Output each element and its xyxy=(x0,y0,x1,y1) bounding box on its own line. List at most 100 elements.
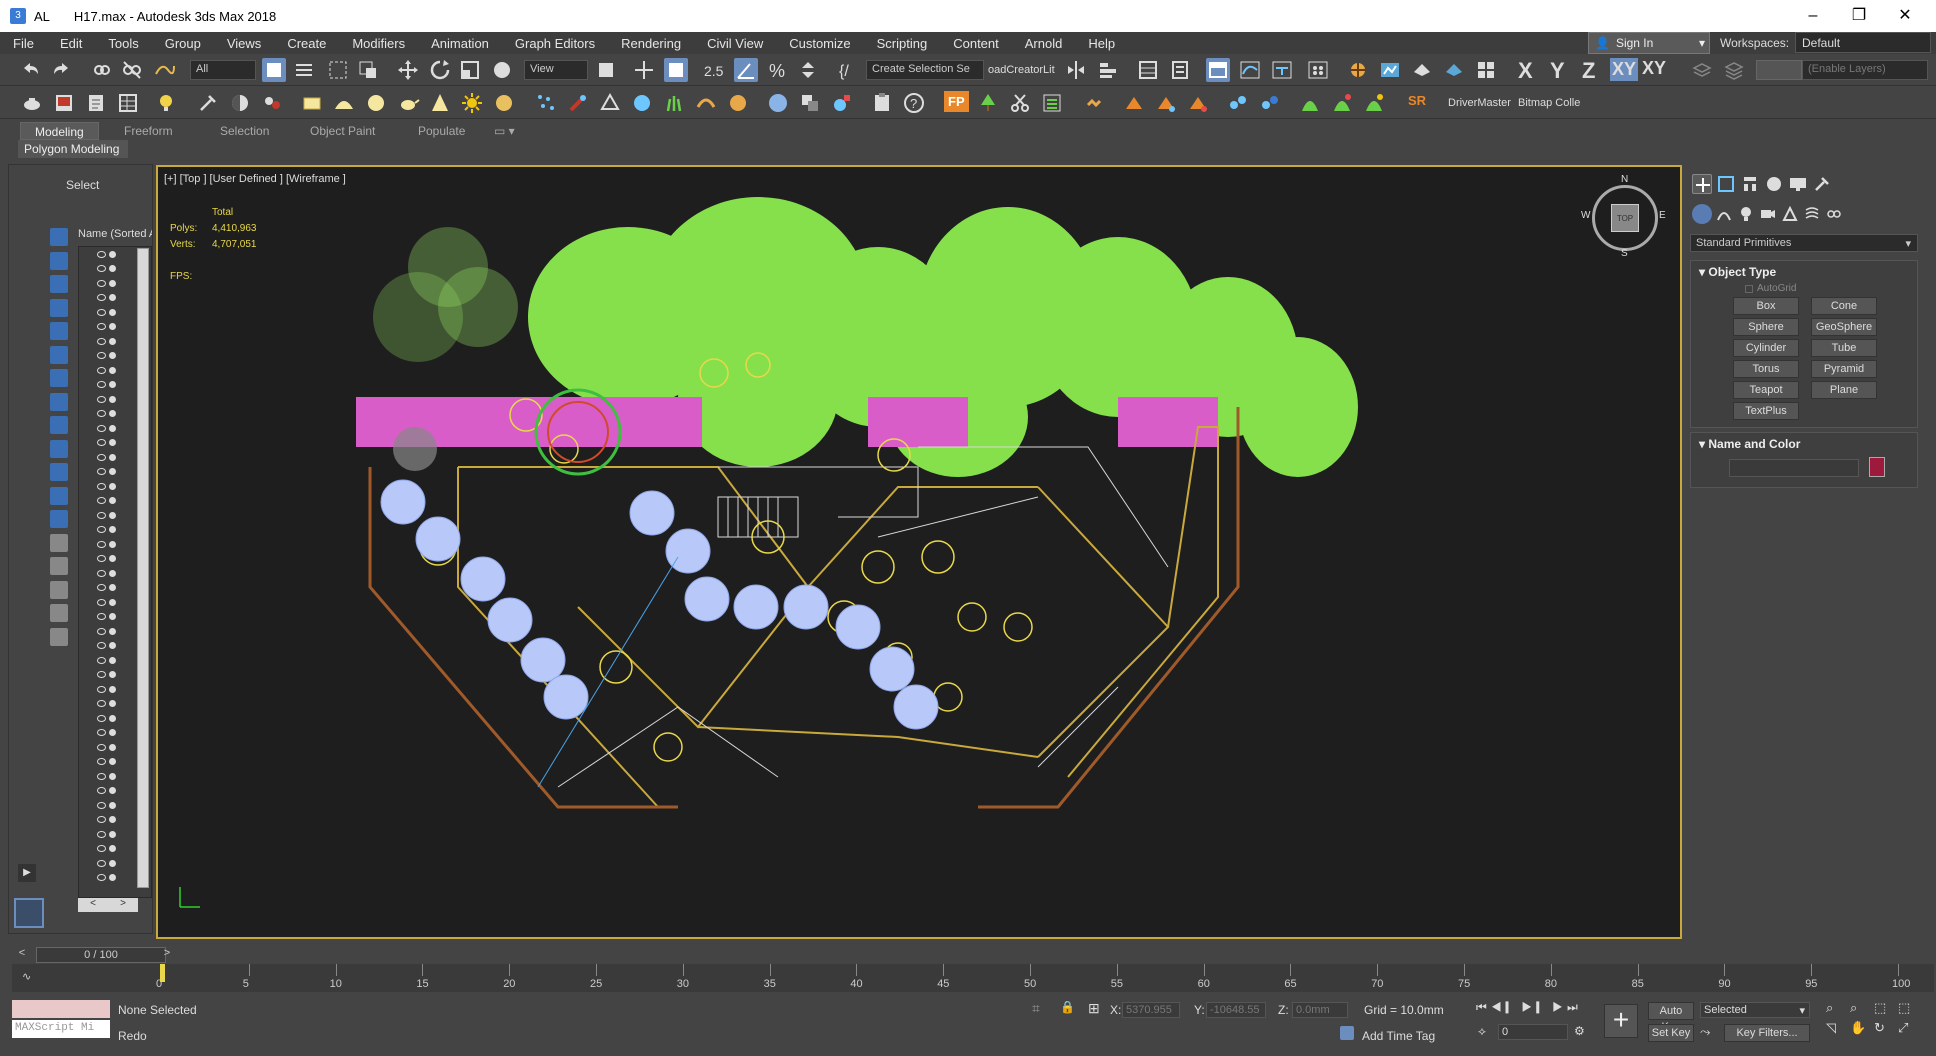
menu-content[interactable]: Content xyxy=(940,36,1012,51)
key-mode-dropdown[interactable]: Selected ▾ xyxy=(1700,1002,1810,1018)
plugin-label[interactable]: oadCreatorLit xyxy=(988,64,1055,76)
rendered-frame-window-icon[interactable] xyxy=(1378,58,1402,82)
freeze-dot-icon[interactable] xyxy=(109,598,116,606)
menu-arnold[interactable]: Arnold xyxy=(1012,36,1076,51)
menu-create[interactable]: Create xyxy=(274,36,339,51)
forest-pack-button[interactable]: FP xyxy=(944,91,969,112)
freeze-dot-icon[interactable] xyxy=(109,714,116,722)
axis-xy-button[interactable]: XY xyxy=(1610,58,1639,81)
menu-customize[interactable]: Customize xyxy=(776,36,863,51)
visibility-eye-icon[interactable] xyxy=(97,700,106,708)
freeze-dot-icon[interactable] xyxy=(109,830,116,838)
freeze-dot-icon[interactable] xyxy=(109,642,116,650)
visibility-eye-icon[interactable] xyxy=(97,555,106,563)
render-production-icon[interactable] xyxy=(1410,58,1434,82)
visibility-eye-icon[interactable] xyxy=(97,714,106,722)
x-coordinate-field[interactable]: 5370.955 xyxy=(1122,1002,1180,1018)
freeze-dot-icon[interactable] xyxy=(109,482,116,490)
hair-fur-icon[interactable] xyxy=(694,91,718,115)
object-type-title[interactable]: ▾ Object Type xyxy=(1691,261,1917,283)
pyramid-button[interactable]: Pyramid xyxy=(1811,360,1877,378)
freeze-dot-icon[interactable] xyxy=(109,627,116,635)
viewcube-west[interactable]: W xyxy=(1581,210,1590,221)
axis-y-button[interactable]: Y xyxy=(1550,58,1565,84)
textplus-button[interactable]: TextPlus xyxy=(1733,402,1799,420)
menu-group[interactable]: Group xyxy=(152,36,214,51)
freeze-dot-icon[interactable] xyxy=(109,772,116,780)
align-icon[interactable] xyxy=(1096,58,1120,82)
axis-z-button[interactable]: Z xyxy=(1582,58,1595,84)
unlink-icon[interactable] xyxy=(120,58,144,82)
railclone-icon-3[interactable] xyxy=(1186,91,1210,115)
mirror-icon[interactable] xyxy=(1064,58,1088,82)
polygon-modeling-panel[interactable]: Polygon Modeling xyxy=(18,140,128,158)
reference-coord-dropdown[interactable]: View xyxy=(524,60,588,80)
menu-views[interactable]: Views xyxy=(214,36,274,51)
object-name-field[interactable] xyxy=(1729,459,1859,477)
time-tag-icon[interactable] xyxy=(1340,1026,1354,1040)
freeze-dot-icon[interactable] xyxy=(109,743,116,751)
orbit-icon[interactable]: ↻ xyxy=(1874,1020,1898,1040)
time-slider-next[interactable]: > xyxy=(160,947,174,963)
visibility-eye-icon[interactable] xyxy=(97,874,106,882)
shapes-icon[interactable] xyxy=(1716,206,1732,222)
menu-graph-editors[interactable]: Graph Editors xyxy=(502,36,608,51)
visibility-eye-icon[interactable] xyxy=(97,424,106,432)
select-object-icon[interactable] xyxy=(262,58,286,82)
menu-edit[interactable]: Edit xyxy=(47,36,95,51)
viewcube-ring[interactable]: TOP N S E W xyxy=(1581,174,1666,259)
visibility-eye-icon[interactable] xyxy=(97,337,106,345)
visibility-eye-icon[interactable] xyxy=(97,482,106,490)
named-selection-dropdown[interactable]: Create Selection Se xyxy=(866,60,984,80)
visibility-eye-icon[interactable] xyxy=(97,758,106,766)
render-iterative-icon[interactable] xyxy=(1442,58,1466,82)
select-by-name-icon[interactable] xyxy=(292,58,316,82)
go-to-end-icon[interactable]: ⏭ xyxy=(1567,1000,1582,1014)
visibility-eye-icon[interactable] xyxy=(97,279,106,287)
visibility-eye-icon[interactable] xyxy=(97,526,106,534)
tab-freeform[interactable]: Freeform xyxy=(110,122,187,140)
scatter-tool-icon-1[interactable] xyxy=(1226,91,1250,115)
particle-icon[interactable] xyxy=(534,91,558,115)
maximize-button[interactable]: ❐ xyxy=(1836,0,1882,32)
visibility-eye-icon[interactable] xyxy=(97,439,106,447)
freeze-dot-icon[interactable] xyxy=(109,439,116,447)
containers-filter-icon[interactable] xyxy=(50,439,68,458)
freeze-dot-icon[interactable] xyxy=(109,381,116,389)
expand-arrow-icon[interactable]: ▶ xyxy=(18,864,36,882)
lights-icon[interactable] xyxy=(1738,206,1754,222)
snaps-toggle-icon[interactable]: 2.5 xyxy=(702,58,726,82)
cloth-icon[interactable] xyxy=(726,91,750,115)
omni-light-icon[interactable] xyxy=(492,91,516,115)
freeze-dot-icon[interactable] xyxy=(109,859,116,867)
scene-horizontal-scrollbar[interactable]: < > xyxy=(78,898,138,912)
teapot-icon[interactable] xyxy=(396,91,420,115)
menu-modifiers[interactable]: Modifiers xyxy=(339,36,418,51)
tab-selection[interactable]: Selection xyxy=(206,122,283,140)
key-filters-button[interactable]: Key Filters... xyxy=(1724,1024,1810,1042)
rectangular-selection-icon[interactable] xyxy=(326,58,350,82)
teapot-button[interactable]: Teapot xyxy=(1733,381,1799,399)
shapes-filter-icon[interactable] xyxy=(50,251,68,270)
ribbon-options-icon[interactable]: ▭ ▾ xyxy=(488,122,521,140)
modify-tab-icon[interactable] xyxy=(1716,174,1736,194)
menu-help[interactable]: Help xyxy=(1075,36,1128,51)
paint-icon[interactable] xyxy=(566,91,590,115)
freeze-dot-icon[interactable] xyxy=(109,294,116,302)
freeze-dot-icon[interactable] xyxy=(109,540,116,548)
freeze-dot-icon[interactable] xyxy=(109,410,116,418)
visibility-eye-icon[interactable] xyxy=(97,729,106,737)
scene-scrollbar[interactable] xyxy=(137,248,149,888)
curve-editor-mini-icon[interactable]: ∿ xyxy=(22,970,31,983)
visibility-eye-icon[interactable] xyxy=(97,265,106,273)
link-icon[interactable] xyxy=(90,58,114,82)
box-icon[interactable] xyxy=(300,91,324,115)
scatter-icon[interactable] xyxy=(630,91,654,115)
freeze-dot-icon[interactable] xyxy=(109,700,116,708)
default-tangents-icon[interactable]: ⤳ xyxy=(1700,1024,1720,1042)
visibility-eye-icon[interactable] xyxy=(97,772,106,780)
visibility-eye-icon[interactable] xyxy=(97,497,106,505)
freeze-dot-icon[interactable] xyxy=(109,468,116,476)
teapot-render-icon[interactable] xyxy=(20,91,44,115)
freeze-dot-icon[interactable] xyxy=(109,453,116,461)
